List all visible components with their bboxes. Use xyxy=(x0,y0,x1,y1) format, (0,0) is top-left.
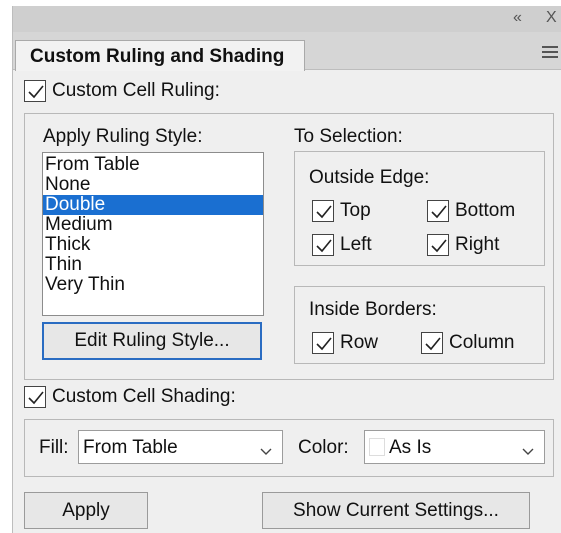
panel-menu-icon[interactable] xyxy=(542,46,558,58)
chevron-down-icon xyxy=(522,441,534,463)
close-icon[interactable]: X xyxy=(546,9,557,27)
list-item[interactable]: From Table xyxy=(43,155,263,175)
to-selection-label: To Selection: xyxy=(294,126,403,147)
list-item-selected[interactable]: Double xyxy=(43,195,263,215)
checkbox-checked-icon[interactable] xyxy=(427,234,449,256)
list-item[interactable]: Medium xyxy=(43,215,263,235)
checkbox-checked-icon[interactable] xyxy=(312,234,334,256)
collapse-icon[interactable]: « xyxy=(513,9,522,27)
fill-select[interactable]: From Table xyxy=(78,430,283,464)
checkbox-checked-icon[interactable] xyxy=(24,80,46,102)
inside-borders-label: Inside Borders: xyxy=(309,299,437,320)
outside-edge-group: Outside Edge: Top Bottom Left Right xyxy=(294,151,545,266)
tab-custom-ruling-and-shading[interactable]: Custom Ruling and Shading xyxy=(15,40,305,71)
outside-bottom-toggle[interactable]: Bottom xyxy=(427,200,515,222)
fill-label: Fill: xyxy=(39,437,69,458)
apply-button[interactable]: Apply xyxy=(24,492,148,529)
color-swatch xyxy=(369,438,385,456)
inside-column-toggle[interactable]: Column xyxy=(421,332,514,354)
checkbox-checked-icon[interactable] xyxy=(312,200,334,222)
color-label: Color: xyxy=(298,437,349,458)
shading-group: Fill: From Table Color: As Is xyxy=(24,419,554,477)
ruling-style-list[interactable]: From Table None Double Medium Thick Thin… xyxy=(42,152,264,316)
apply-ruling-style-label: Apply Ruling Style: xyxy=(43,126,203,147)
checkbox-checked-icon[interactable] xyxy=(24,386,46,408)
fill-value: From Table xyxy=(83,437,178,458)
outside-right-toggle[interactable]: Right xyxy=(427,234,499,256)
outside-edge-label: Outside Edge: xyxy=(309,167,430,188)
outside-left-toggle[interactable]: Left xyxy=(312,234,372,256)
custom-cell-shading-toggle[interactable]: Custom Cell Shading: xyxy=(24,386,236,408)
show-current-settings-button[interactable]: Show Current Settings... xyxy=(262,492,530,529)
ruling-shading-panel: « X Custom Ruling and Shading Custom Cel… xyxy=(12,6,561,533)
color-value-wrap: As Is xyxy=(369,437,431,459)
list-item[interactable]: Thin xyxy=(43,255,263,275)
inside-row-label: Row xyxy=(340,332,379,353)
checkbox-checked-icon[interactable] xyxy=(312,332,334,354)
inside-row-toggle[interactable]: Row xyxy=(312,332,378,354)
checkbox-checked-icon[interactable] xyxy=(421,332,443,354)
inside-borders-group: Inside Borders: Row Column xyxy=(294,286,545,364)
list-item[interactable]: Very Thin xyxy=(43,275,263,295)
custom-cell-shading-label: Custom Cell Shading: xyxy=(52,386,236,407)
list-item[interactable]: Thick xyxy=(43,235,263,255)
color-value: As Is xyxy=(389,437,432,458)
outside-top-label: Top xyxy=(340,200,371,221)
edit-ruling-style-button[interactable]: Edit Ruling Style... xyxy=(42,322,262,360)
custom-cell-ruling-label: Custom Cell Ruling: xyxy=(52,80,220,101)
outside-top-toggle[interactable]: Top xyxy=(312,200,371,222)
outside-left-label: Left xyxy=(340,234,372,255)
chevron-down-icon xyxy=(260,441,272,463)
panel-titlebar: « X xyxy=(13,6,561,32)
custom-cell-ruling-toggle[interactable]: Custom Cell Ruling: xyxy=(24,80,220,102)
outside-right-label: Right xyxy=(455,234,500,255)
inside-column-label: Column xyxy=(449,332,515,353)
color-select[interactable]: As Is xyxy=(364,430,545,464)
tab-strip: Custom Ruling and Shading xyxy=(13,32,561,71)
outside-bottom-label: Bottom xyxy=(455,200,516,221)
checkbox-checked-icon[interactable] xyxy=(427,200,449,222)
list-item[interactable]: None xyxy=(43,175,263,195)
